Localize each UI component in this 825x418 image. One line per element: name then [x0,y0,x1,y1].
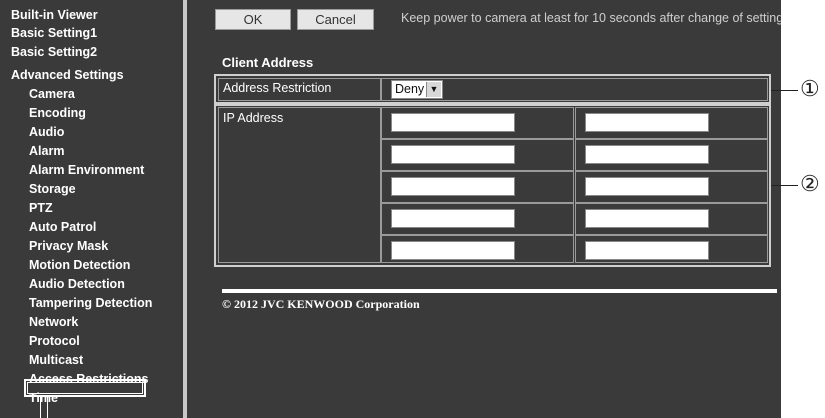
ip-address-input[interactable] [391,145,515,164]
sidebar-item-ptz[interactable]: PTZ [29,200,53,216]
ip-address-input[interactable] [391,113,515,132]
callout-2: ② [800,171,820,196]
ip-address-input[interactable] [391,177,515,196]
callout-1: ① [800,76,820,101]
address-restriction-select[interactable]: Deny ▼ [391,80,443,99]
sidebar-item-basic-setting1[interactable]: Basic Setting1 [11,25,97,41]
cancel-button[interactable]: Cancel [297,9,374,30]
ip-address-label-cell [218,107,381,263]
ip-address-input[interactable] [585,177,709,196]
sidebar-item-alarm-environment[interactable]: Alarm Environment [29,162,144,178]
ip-address-input[interactable] [585,241,709,260]
ip-address-input[interactable] [391,209,515,228]
sidebar-item-tampering-detection[interactable]: Tampering Detection [29,295,152,311]
sidebar-item-storage[interactable]: Storage [29,181,76,197]
highlight-leader-line [40,397,41,418]
section-title: Client Address [222,55,314,70]
address-restriction-label: Address Restriction [223,81,332,95]
sidebar-item-protocol[interactable]: Protocol [29,333,80,349]
sidebar-item-advanced-settings[interactable]: Advanced Settings [11,67,124,83]
sidebar: Built-in Viewer Basic Setting1 Basic Setti… [0,0,187,418]
sidebar-item-auto-patrol[interactable]: Auto Patrol [29,219,96,235]
copyright-text: © 2012 JVC KENWOOD Corporation [222,297,420,311]
sidebar-item-encoding[interactable]: Encoding [29,105,86,121]
footer-divider [222,289,777,293]
highlight-leader-line [47,397,48,418]
ok-button[interactable]: OK [215,9,291,30]
sidebar-item-alarm[interactable]: Alarm [29,143,64,159]
sidebar-item-privacy-mask[interactable]: Privacy Mask [29,238,108,254]
sidebar-item-basic-setting2[interactable]: Basic Setting2 [11,44,97,60]
sidebar-item-audio-detection[interactable]: Audio Detection [29,276,125,292]
ip-address-input[interactable] [585,113,709,132]
sidebar-item-camera[interactable]: Camera [29,86,75,102]
address-restriction-value: Deny [395,82,425,96]
sidebar-item-built-in-viewer[interactable]: Built-in Viewer [11,7,98,23]
sidebar-item-multicast[interactable]: Multicast [29,352,83,368]
ip-address-input[interactable] [391,241,515,260]
power-notice: Keep power to camera at least for 10 sec… [401,11,781,25]
ip-address-input[interactable] [585,209,709,228]
sidebar-item-network[interactable]: Network [29,314,78,330]
ip-address-label: IP Address [223,111,284,125]
selection-highlight-inner [27,382,143,394]
callout-line-2 [771,185,798,186]
sidebar-item-motion-detection[interactable]: Motion Detection [29,257,130,273]
ip-address-input[interactable] [585,145,709,164]
callout-line-1 [771,90,798,91]
sidebar-item-audio[interactable]: Audio [29,124,64,140]
dropdown-arrow-icon[interactable]: ▼ [426,82,441,97]
